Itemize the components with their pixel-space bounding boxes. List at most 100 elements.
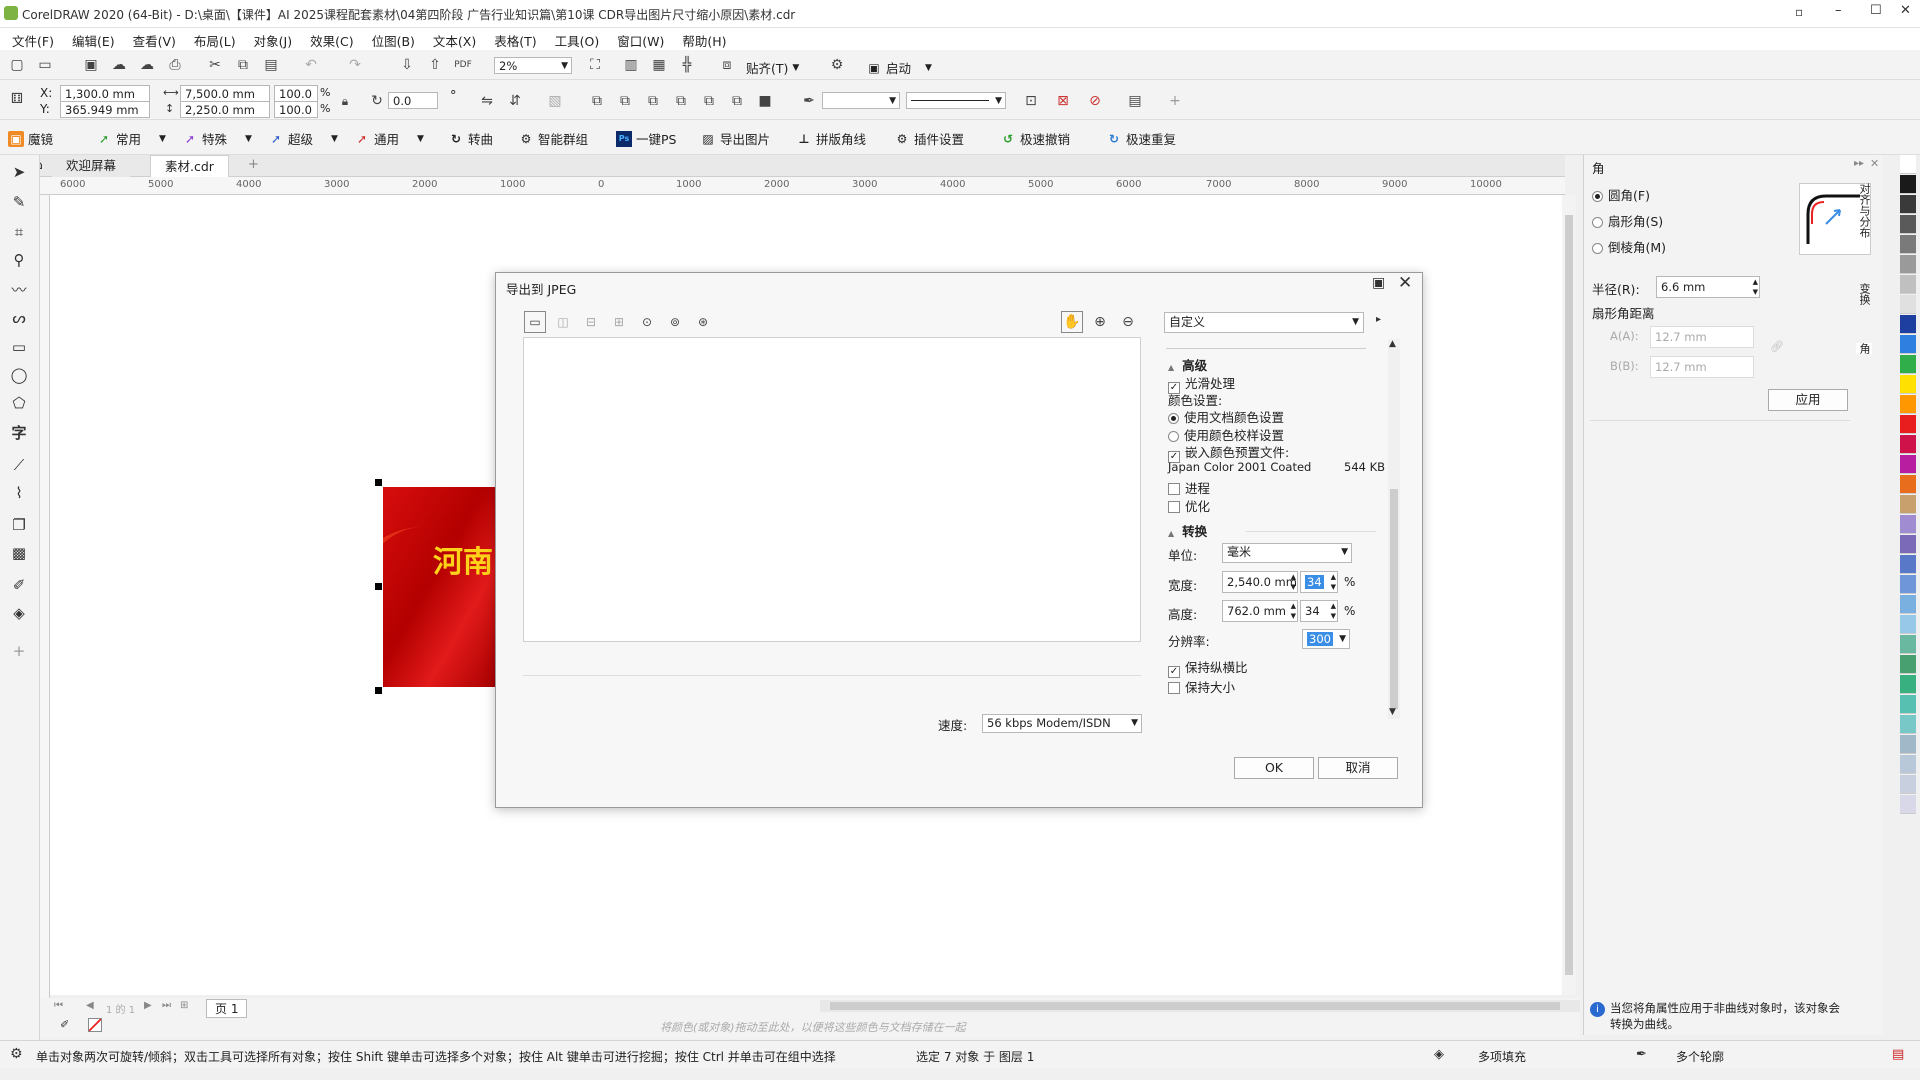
snap-dropdown[interactable]: 贴齐(T) ▼ [746,58,799,77]
palette-swatch[interactable] [1900,355,1916,374]
pdf-icon[interactable]: PDF [452,54,474,76]
palette-swatch[interactable] [1900,215,1916,234]
palette-swatch[interactable] [1900,275,1916,294]
rotate-icon[interactable]: ↻ [366,90,388,112]
palette-swatch[interactable] [1900,335,1916,354]
add-tool-icon[interactable]: + [6,639,32,663]
palette-swatch[interactable] [1900,495,1916,514]
status-gear-icon[interactable]: ⚙ [10,1046,23,1062]
intersect-icon[interactable]: ⧉ [642,90,664,112]
palette-swatch[interactable] [1900,515,1916,534]
plugin-crop-marks[interactable]: ⊥ 拼版角线 [796,129,867,148]
scroll-down-icon[interactable]: ▼ [1389,707,1396,717]
palette-swatch[interactable] [1900,235,1916,254]
rulers-icon[interactable]: ▥ [620,54,642,76]
interactive-fill-icon[interactable]: ◈ [6,601,32,625]
split-horizontal-icon[interactable]: ⊟ [580,311,602,333]
new-icon[interactable]: ▢ [6,54,28,76]
close-icon[interactable]: ✕ [1900,3,1911,18]
crop-tool-icon[interactable]: ⌗ [6,220,32,244]
plugin-fast-undo[interactable]: ↺ 极速撤销 [1000,129,1070,148]
plugin-special[interactable]: ➚ 特殊 ▼ [182,129,252,148]
vertical-scrollbar[interactable] [1562,195,1576,995]
color-manager-icon[interactable]: ▤ [1892,1047,1904,1062]
palette-swatch[interactable] [1900,195,1916,214]
horizontal-scrollbar[interactable] [820,1000,1580,1012]
convert-curve-icon[interactable]: ⊡ [1020,90,1042,112]
palette-swatch[interactable] [1900,415,1916,434]
snap-icon[interactable]: ⧈ [716,54,738,76]
print-icon[interactable]: ⎙ [164,54,186,76]
panel-pin-icon[interactable]: ▸▸ [1854,158,1864,169]
create-boundary-icon[interactable]: ■ [754,90,776,112]
rotation-input[interactable]: 0.0 [388,92,438,109]
maximize-icon[interactable]: ☐ [1870,3,1882,18]
cloud-upload-icon[interactable]: ☁ [136,54,158,76]
width-input[interactable]: 2,540.0 mm ▲ ▼ [1222,571,1298,593]
guidelines-icon[interactable]: ╬ [676,54,698,76]
preview-area[interactable] [523,337,1141,642]
eyedropper-icon[interactable]: ✐ [6,573,32,597]
lock-ratio-icon[interactable]: 🔒︎ [334,90,356,112]
advanced-section-header[interactable]: ▲ 高级 [1168,355,1207,374]
open-icon[interactable]: ▭ [34,54,56,76]
page-last-icon[interactable]: ⏭ [162,1000,171,1011]
plugin-mojing[interactable]: ▣ 魔镜 [8,129,53,148]
selection-handle[interactable] [375,583,382,590]
shape-tool-icon[interactable]: ✎ [6,190,32,214]
freehand-tool-icon[interactable]: 〰 [6,278,32,302]
tab-welcome[interactable]: 欢迎屏幕 [52,155,131,177]
pick-tool-icon[interactable]: ➤ [6,160,32,184]
speed-select[interactable]: 56 kbps Modem/ISDN ▼ [982,714,1142,733]
side-tab-transform[interactable]: 变换 [1856,283,1872,305]
palette-swatch[interactable] [1900,435,1916,454]
use-document-color-radio[interactable]: 使用文档颜色设置 [1168,407,1284,426]
import-icon[interactable]: ⇩ [396,54,418,76]
plugin-common[interactable]: ➚ 常用 ▼ [96,129,166,148]
cut-icon[interactable]: ✂ [204,54,226,76]
simplify-icon[interactable]: ⧉ [670,90,692,112]
scale-y-input[interactable]: 100.0 [274,101,318,118]
polygon-tool-icon[interactable]: ⬠ [6,391,32,415]
scroll-up-icon[interactable]: ▲ [1389,339,1396,349]
settings-scrollbar[interactable]: ▲ ▼ [1388,339,1400,719]
panel-close-icon[interactable]: ✕ [1870,157,1879,170]
plugin-fast-redo[interactable]: ↻ 极速重复 [1106,129,1176,148]
palette-swatch[interactable] [1900,675,1916,694]
connector-tool-icon[interactable]: ⌇ [6,481,32,505]
quad-view-icon[interactable]: ⊞ [608,311,630,333]
apply-button[interactable]: 应用 [1768,389,1848,411]
wrap-text-icon[interactable]: ▧ [544,90,566,112]
palette-swatch[interactable] [1900,555,1916,574]
mirror-horizontal-icon[interactable]: ⇋ [476,90,498,112]
mirror-vertical-icon[interactable]: ⇵ [504,90,526,112]
close-dialog-icon[interactable]: ✕ [1398,273,1412,293]
parallel-dimension-icon[interactable]: ⟋ [6,453,32,477]
side-tab-corner[interactable]: 角 [1856,343,1872,354]
transparency-icon[interactable]: ▩ [6,541,32,565]
zoom-width-icon[interactable]: ⊚ [664,311,686,333]
palette-swatch[interactable] [1900,395,1916,414]
cloud-download-icon[interactable]: ☁ [108,54,130,76]
side-tab-align[interactable]: 对齐与分布 [1856,183,1872,238]
add-page-icon[interactable]: ⊞ [180,1000,188,1011]
export-icon[interactable]: ⇧ [424,54,446,76]
radius-input[interactable]: 6.6 mm ▲ ▼ [1656,276,1760,298]
drop-shadow-icon[interactable]: ❐ [6,513,32,537]
palette-swatch[interactable] [1900,635,1916,654]
palette-swatch[interactable] [1900,795,1916,814]
palette-swatch[interactable] [1900,455,1916,474]
minimize-icon[interactable]: – [1835,3,1842,18]
text-tool-icon[interactable]: 字 [6,421,32,445]
object-origin-icon[interactable]: ⚅ [6,88,28,110]
unit-select[interactable]: 毫米 ▼ [1222,543,1352,563]
selection-handle[interactable] [375,687,382,694]
plugin-one-click-ps[interactable]: Ps 一键PS [616,129,676,148]
page-tab[interactable]: 页 1 [206,999,248,1018]
palette-swatch[interactable] [1900,155,1916,174]
palette-swatch[interactable] [1900,755,1916,774]
zoom-in-icon[interactable]: ⊕ [1089,311,1111,333]
palette-swatch[interactable] [1900,535,1916,554]
break-apart-icon[interactable]: ⊠ [1052,90,1074,112]
back-minus-front-icon[interactable]: ⧉ [726,90,748,112]
